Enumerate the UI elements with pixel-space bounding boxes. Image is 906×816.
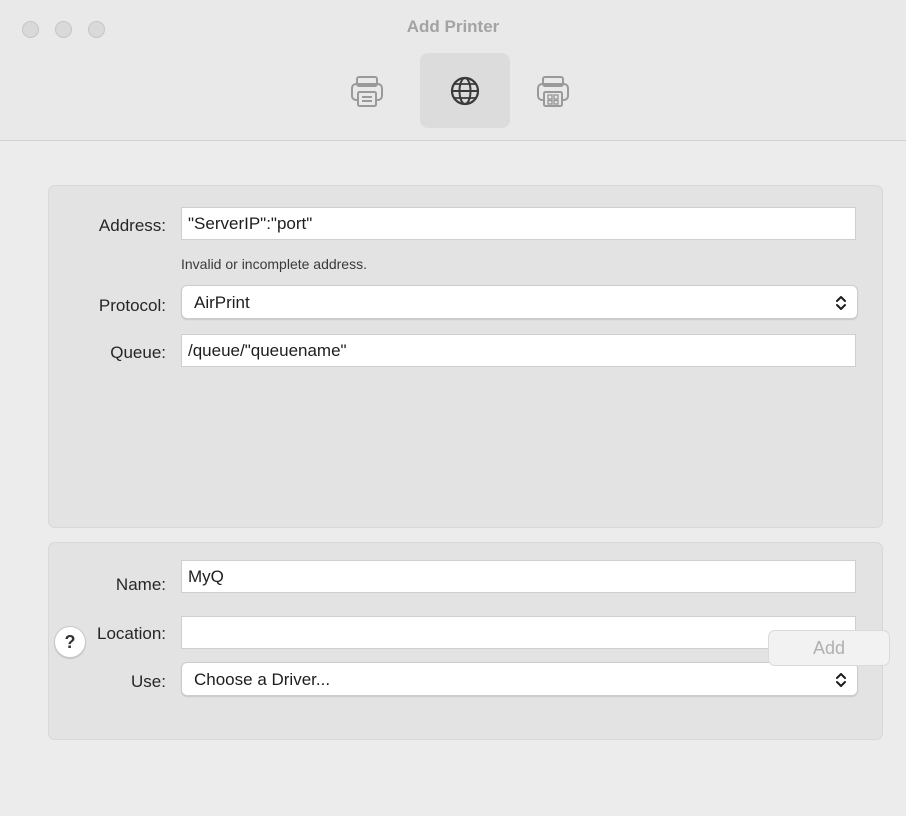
add-button[interactable]: Add (768, 630, 890, 666)
windows-printer-icon (533, 71, 573, 111)
protocol-popup[interactable]: AirPrint (181, 285, 858, 319)
toolbar-default-printers-button[interactable] (322, 53, 412, 128)
up-down-chevron-icon (834, 670, 848, 690)
location-field[interactable] (181, 616, 856, 649)
title-bar: Add Printer (0, 0, 906, 141)
location-label: Location: (97, 624, 166, 643)
content-area: Address: "ServerIP":"port" Invalid or in… (0, 142, 906, 816)
address-hint: Invalid or incomplete address. (181, 256, 367, 272)
name-field[interactable]: MyQ (181, 560, 856, 593)
address-field[interactable]: "ServerIP":"port" (181, 207, 856, 240)
name-label: Name: (115, 575, 166, 594)
window-title: Add Printer (406, 17, 500, 36)
address-label: Address: (98, 216, 166, 235)
toolbar-windows-printer-button[interactable] (508, 53, 598, 128)
help-button[interactable]: ? (54, 626, 86, 658)
printer-icon (347, 71, 387, 111)
up-down-chevron-icon (834, 293, 848, 313)
use-label: Use: (131, 672, 166, 691)
globe-icon (445, 71, 485, 111)
driver-popup[interactable]: Choose a Driver... (181, 662, 858, 696)
protocol-value: AirPrint (194, 293, 250, 312)
driver-value: Choose a Driver... (194, 670, 331, 689)
queue-label: Queue: (110, 343, 166, 362)
protocol-label: Protocol: (98, 296, 166, 315)
queue-field[interactable]: /queue/"queuename" (181, 334, 856, 367)
toolbar-ip-printer-button[interactable] (420, 53, 510, 128)
add-printer-window: Add Printer Address: "ServerIP":"port" I… (0, 0, 906, 816)
